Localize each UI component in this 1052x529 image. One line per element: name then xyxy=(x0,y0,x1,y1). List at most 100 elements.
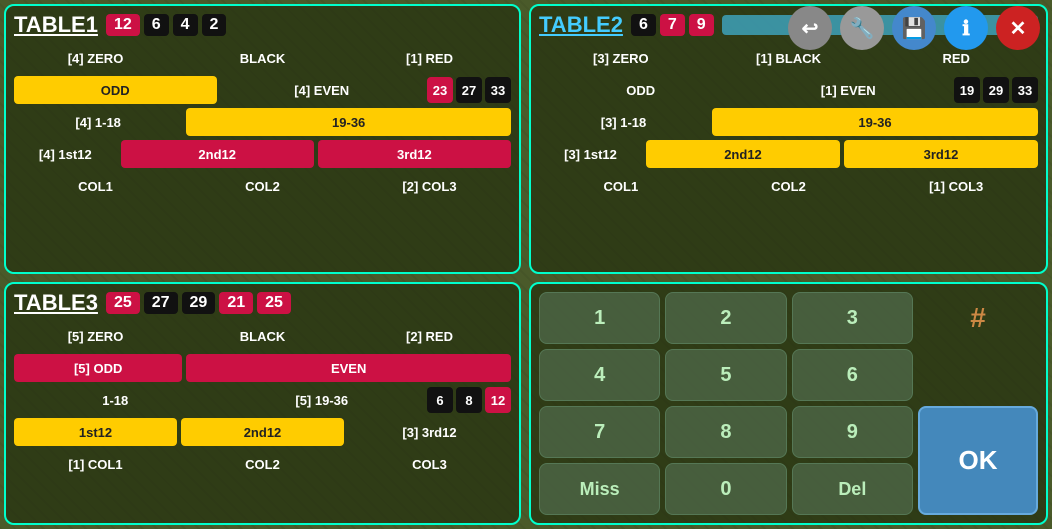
table1-row-odd: ODD [4] EVEN 23 27 33 xyxy=(14,76,511,104)
numpad-8[interactable]: 8 xyxy=(665,406,786,458)
t3-badge-12: 12 xyxy=(485,387,511,413)
table3-row-odd: [5] ODD EVEN xyxy=(14,354,511,382)
numpad-miss[interactable]: Miss xyxy=(539,463,660,515)
t2-badge-29: 29 xyxy=(983,77,1009,103)
table3-panel: TABLE3 25 27 29 21 25 [5] ZERO BLACK [2]… xyxy=(4,282,521,525)
table3-badge-25b: 25 xyxy=(257,292,291,314)
table3-zero[interactable]: [5] ZERO xyxy=(14,322,177,350)
table1-col2[interactable]: COL2 xyxy=(181,172,344,200)
table1-badge-4: 4 xyxy=(173,14,198,36)
table2-col2[interactable]: COL2 xyxy=(707,172,871,200)
table3-row-1-18: 1-18 [5] 19-36 6 8 12 xyxy=(14,386,511,414)
table2-row-dozen: [3] 1st12 2nd12 3rd12 xyxy=(539,140,1038,168)
back-button[interactable]: ↩ xyxy=(788,6,832,50)
table3-3rd12[interactable]: [3] 3rd12 xyxy=(348,418,511,446)
table1-3rd12[interactable]: 3rd12 xyxy=(318,140,511,168)
table1-panel: TABLE1 12 6 4 2 [4] ZERO BLACK [1] RED O… xyxy=(4,4,521,274)
badge-27: 27 xyxy=(456,77,482,103)
table2-1-18[interactable]: [3] 1-18 xyxy=(539,108,708,136)
table1-row-zero: [4] ZERO BLACK [1] RED xyxy=(14,44,511,72)
table1-title: TABLE1 xyxy=(14,12,98,38)
table1-1st12[interactable]: [4] 1st12 xyxy=(14,140,117,168)
t2-badge-33: 33 xyxy=(1012,77,1038,103)
table1-row-dozen: [4] 1st12 2nd12 3rd12 xyxy=(14,140,511,168)
table2-zero[interactable]: [3] ZERO xyxy=(539,44,703,72)
table2-col1[interactable]: COL1 xyxy=(539,172,703,200)
table3-row-dozen: 1st12 2nd12 [3] 3rd12 xyxy=(14,418,511,446)
table2-odd[interactable]: ODD xyxy=(539,76,743,104)
table1-row-1-18: [4] 1-18 19-36 xyxy=(14,108,511,136)
table1-red[interactable]: [1] RED xyxy=(348,44,511,72)
table2-1st12[interactable]: [3] 1st12 xyxy=(539,140,642,168)
numpad-ok[interactable]: OK xyxy=(918,406,1038,515)
table1-badge-6: 6 xyxy=(144,14,169,36)
table3-row-col: [1] COL1 COL2 COL3 xyxy=(14,450,511,478)
numpad-hash[interactable]: # xyxy=(918,292,1038,344)
save-button[interactable]: 💾 xyxy=(892,6,936,50)
table2-row-odd: ODD [1] EVEN 19 29 33 xyxy=(539,76,1038,104)
table1-row-col: COL1 COL2 [2] COL3 xyxy=(14,172,511,200)
numpad-9[interactable]: 9 xyxy=(792,406,913,458)
t3-badge-6: 6 xyxy=(427,387,453,413)
table3-even[interactable]: EVEN xyxy=(186,354,511,382)
table3-badge-21: 21 xyxy=(219,292,253,314)
numpad-7[interactable]: 7 xyxy=(539,406,660,458)
table1-odd-badges: 23 27 33 xyxy=(427,77,511,103)
table1-col1[interactable]: COL1 xyxy=(14,172,177,200)
table3-badge-27: 27 xyxy=(144,292,178,314)
table2-badge-6: 6 xyxy=(631,14,656,36)
table2-badge-7: 7 xyxy=(660,14,685,36)
badge-33: 33 xyxy=(485,77,511,103)
numpad-6[interactable]: 6 xyxy=(792,349,913,401)
table3-19-36[interactable]: [5] 19-36 xyxy=(221,386,424,414)
table3-header: TABLE3 25 27 29 21 25 xyxy=(14,290,511,316)
table3-badge-25a: 25 xyxy=(106,292,140,314)
close-button[interactable]: ✕ xyxy=(996,6,1040,50)
table1-even[interactable]: [4] EVEN xyxy=(221,76,424,104)
table3-badge-29: 29 xyxy=(182,292,216,314)
table3-2nd12[interactable]: 2nd12 xyxy=(181,418,344,446)
table3-col2[interactable]: COL2 xyxy=(181,450,344,478)
table3-1st12[interactable]: 1st12 xyxy=(14,418,177,446)
table3-col3[interactable]: COL3 xyxy=(348,450,511,478)
table3-odd[interactable]: [5] ODD xyxy=(14,354,182,382)
table2-odd-badges: 19 29 33 xyxy=(954,77,1038,103)
table2-row-col: COL1 COL2 [1] COL3 xyxy=(539,172,1038,200)
table3-badges: 6 8 12 xyxy=(427,387,511,413)
table3-1-18[interactable]: 1-18 xyxy=(14,386,217,414)
table2-col3[interactable]: [1] COL3 xyxy=(874,172,1038,200)
table3-black[interactable]: BLACK xyxy=(181,322,344,350)
t3-badge-8: 8 xyxy=(456,387,482,413)
table1-19-36[interactable]: 19-36 xyxy=(186,108,511,136)
table1-header: TABLE1 12 6 4 2 xyxy=(14,12,511,38)
numpad-del[interactable]: Del xyxy=(792,463,913,515)
info-button[interactable]: ℹ xyxy=(944,6,988,50)
table2-2nd12[interactable]: 2nd12 xyxy=(646,140,840,168)
table1-2nd12[interactable]: 2nd12 xyxy=(121,140,314,168)
wrench-button[interactable]: 🔧 xyxy=(840,6,884,50)
table1-col3[interactable]: [2] COL3 xyxy=(348,172,511,200)
table2-row-1-18: [3] 1-18 19-36 xyxy=(539,108,1038,136)
table1-odd[interactable]: ODD xyxy=(14,76,217,104)
numpad-4[interactable]: 4 xyxy=(539,349,660,401)
table2-even[interactable]: [1] EVEN xyxy=(747,76,951,104)
table3-title: TABLE3 xyxy=(14,290,98,316)
table2-3rd12[interactable]: 3rd12 xyxy=(844,140,1038,168)
table1-badge-2: 2 xyxy=(202,14,227,36)
numpad-0[interactable]: 0 xyxy=(665,463,786,515)
table1-badge-12: 12 xyxy=(106,14,140,36)
table3-red[interactable]: [2] RED xyxy=(348,322,511,350)
numpad-5[interactable]: 5 xyxy=(665,349,786,401)
table1-black[interactable]: BLACK xyxy=(181,44,344,72)
numpad-1[interactable]: 1 xyxy=(539,292,660,344)
numpad-panel: 1 2 3 # 4 5 6 7 8 9 OK Miss 0 Del xyxy=(529,282,1048,525)
table2-19-36[interactable]: 19-36 xyxy=(712,108,1038,136)
numpad-3[interactable]: 3 xyxy=(792,292,913,344)
table3-col1[interactable]: [1] COL1 xyxy=(14,450,177,478)
table3-row-zero: [5] ZERO BLACK [2] RED xyxy=(14,322,511,350)
table2-title: TABLE2 xyxy=(539,12,623,38)
table1-1-18[interactable]: [4] 1-18 xyxy=(14,108,182,136)
badge-23: 23 xyxy=(427,77,453,103)
numpad-2[interactable]: 2 xyxy=(665,292,786,344)
table1-zero[interactable]: [4] ZERO xyxy=(14,44,177,72)
